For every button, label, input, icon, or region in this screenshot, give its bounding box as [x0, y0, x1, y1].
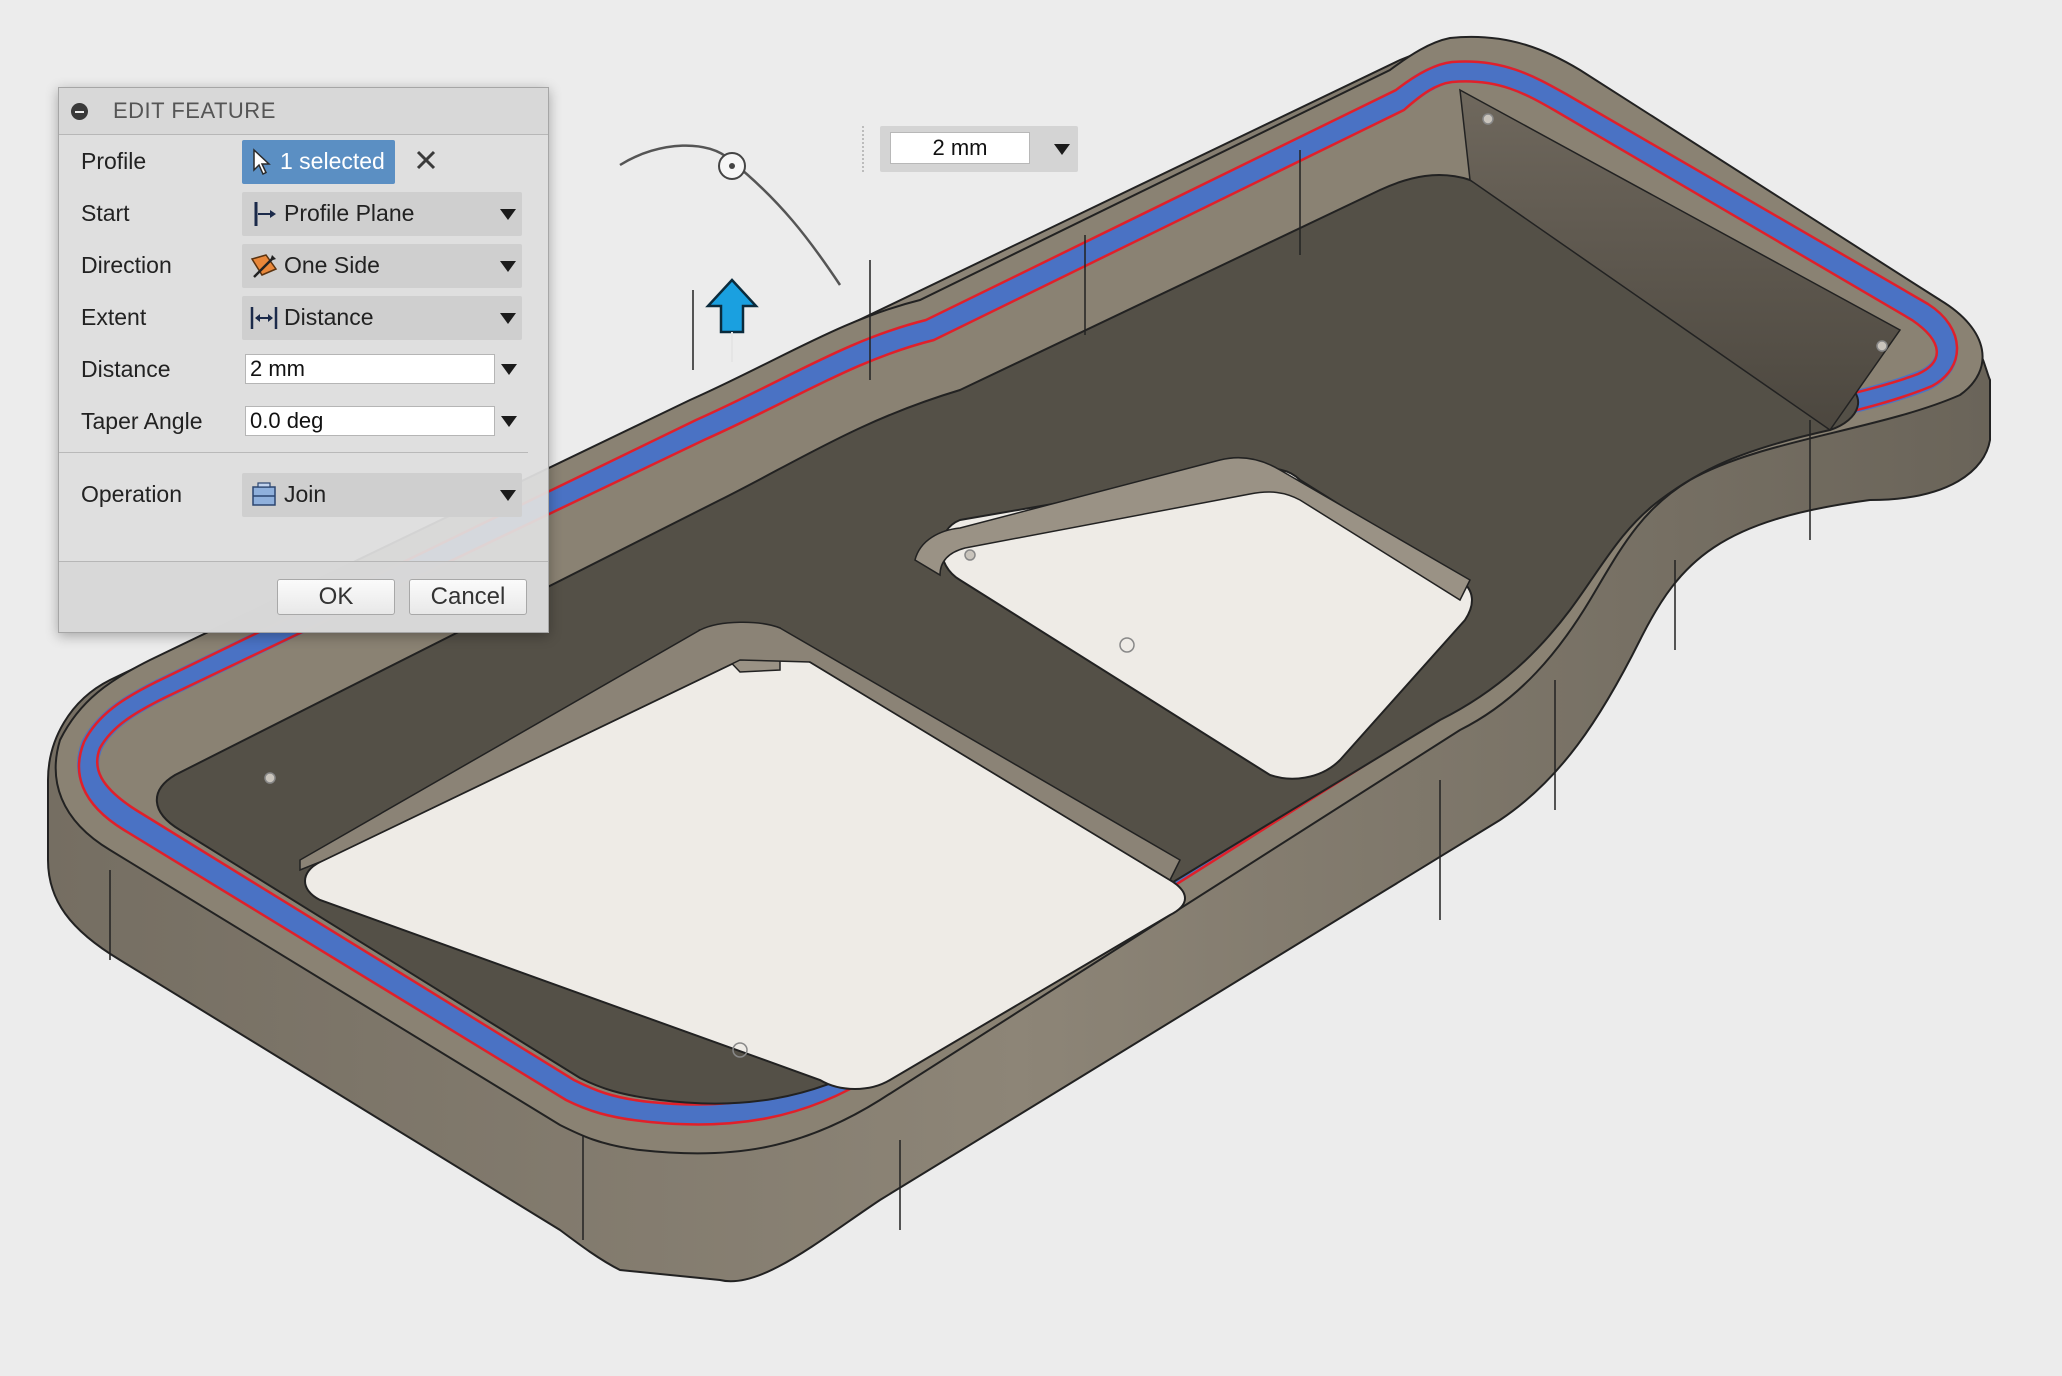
- operation-label: Operation: [81, 481, 183, 507]
- one-side-icon: [250, 254, 278, 278]
- taper-angle-dropdown[interactable]: [501, 416, 517, 427]
- taper-angle-input[interactable]: [245, 406, 495, 436]
- dialog-header[interactable]: EDIT FEATURE: [59, 88, 548, 135]
- distance-dropdown[interactable]: [501, 364, 517, 375]
- profile-plane-icon: [254, 202, 276, 226]
- chevron-down-icon: [500, 261, 516, 272]
- divider: [59, 452, 528, 453]
- start-value: Profile Plane: [284, 200, 415, 226]
- distance-icon: [250, 307, 278, 329]
- floating-distance-input[interactable]: [890, 132, 1030, 164]
- extent-label: Extent: [81, 304, 147, 330]
- direction-label: Direction: [81, 252, 172, 278]
- chevron-down-icon: [500, 490, 516, 501]
- floating-distance-box: [880, 126, 1078, 172]
- dialog-title: EDIT FEATURE: [113, 98, 276, 123]
- extent-value: Distance: [284, 304, 374, 330]
- cursor-arrow-icon: [253, 148, 271, 176]
- profile-label: Profile: [81, 148, 147, 174]
- start-label: Start: [81, 200, 130, 226]
- drag-arrow-icon[interactable]: [705, 278, 759, 362]
- start-dropdown[interactable]: Profile Plane: [242, 192, 522, 236]
- collapse-icon[interactable]: [71, 103, 88, 120]
- join-icon: [252, 482, 276, 506]
- chevron-down-icon: [500, 313, 516, 324]
- distance-input[interactable]: [245, 354, 495, 384]
- chevron-down-icon: [500, 209, 516, 220]
- float-input-grip[interactable]: [862, 126, 874, 172]
- taper-angle-label: Taper Angle: [81, 408, 203, 434]
- distance-label: Distance: [81, 356, 171, 382]
- ok-button[interactable]: OK: [277, 579, 395, 615]
- direction-value: One Side: [284, 252, 380, 278]
- dialog-footer: OK Cancel: [59, 561, 548, 632]
- cancel-button[interactable]: Cancel: [409, 579, 527, 615]
- operation-value: Join: [284, 481, 327, 507]
- direction-dropdown[interactable]: One Side: [242, 244, 522, 288]
- profile-selection-text: 1 selected: [280, 148, 385, 174]
- profile-selection-button[interactable]: 1 selected: [242, 140, 395, 184]
- clear-selection-icon[interactable]: [411, 145, 441, 175]
- extent-dropdown[interactable]: Distance: [242, 296, 522, 340]
- edit-feature-dialog: EDIT FEATURE Profile 1 selected Start Pr…: [58, 87, 549, 633]
- floating-distance-dropdown[interactable]: [1054, 144, 1070, 155]
- operation-dropdown[interactable]: Join: [242, 473, 522, 517]
